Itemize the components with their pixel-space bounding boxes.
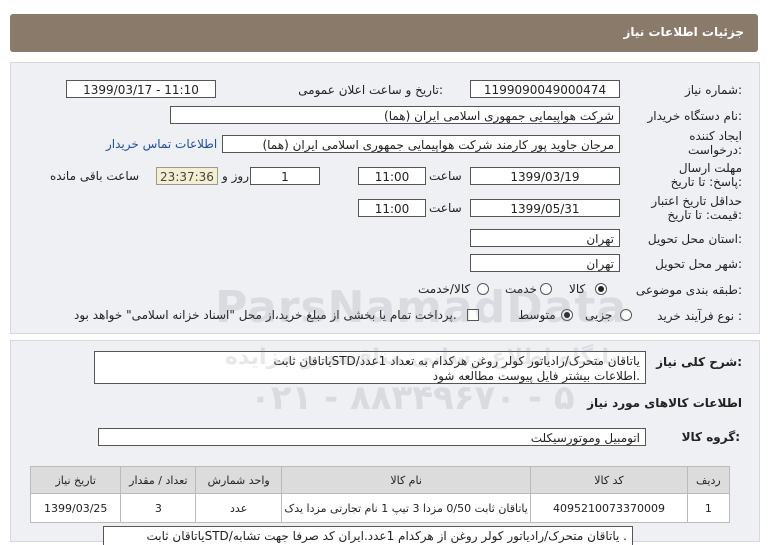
bottom-note-text: یاتاقان ثابتSTD/یاتاقان متحرک/رادیاتور ک… (146, 529, 627, 543)
province-field[interactable]: تهران (470, 229, 620, 247)
remaining-label: ساعت باقی مانده (50, 169, 140, 183)
deadline-date-field[interactable]: 1399/03/19 (470, 167, 620, 185)
announce-field[interactable]: 1399/03/17 - 11:10 (66, 80, 216, 98)
province-label: استان محل تحویل: (647, 232, 742, 246)
col-quantity: تعداد / مقدار (120, 466, 197, 494)
validity-time-label: ساعت (429, 201, 462, 215)
deadline-time-field[interactable]: 11:00 (358, 167, 426, 185)
col-unit: واحد شمارش (195, 466, 283, 494)
watermark-phone: ۰۲۱ - ۸۸۳۴۹۶۷۰ - ۵ (250, 378, 575, 418)
validity-date-field[interactable]: 1399/05/31 (470, 199, 620, 217)
goods-table: تاریخ نیاز تعداد / مقدار واحد شمارش نام … (29, 466, 731, 523)
validity-label: حداقل تاریخ اعتبار قیمت: تا تاریخ: (651, 194, 742, 222)
city-label: شهر محل تحویل: (655, 257, 742, 271)
deadline-label: مهلت ارسال پاسخ: تا تاریخ: (670, 161, 742, 189)
cell-row: 1 (686, 493, 731, 523)
announce-label: تاریخ و ساعت اعلان عمومی: (298, 83, 443, 97)
col-date: تاریخ نیاز (29, 466, 122, 494)
col-code: کد کالا (530, 466, 688, 494)
table-row[interactable]: 1399/03/25 3 عدد یاتاقان ثابت 0/50 مزدا … (29, 493, 731, 523)
contact-buyer-link[interactable]: اطلاعات تماس خریدار (106, 137, 217, 151)
creator-label: ایجاد کننده درخواست: (688, 129, 742, 157)
goods-group-label: گروه کالا: (681, 430, 740, 444)
cell-code: 4095210073370009 (530, 493, 688, 523)
summary-label: شرح کلی نیاز: (656, 355, 742, 369)
city-field[interactable]: تهران (470, 254, 620, 272)
page-header: جزئیات اطلاعات نیاز (10, 14, 758, 52)
page-title: جزئیات اطلاعات نیاز (623, 25, 744, 39)
cell-unit: عدد (195, 493, 283, 523)
need-number-field[interactable]: 1199090049000474 (470, 80, 620, 98)
col-name: نام کالا (281, 466, 532, 494)
creator-field[interactable]: مرجان جاوید پور کارمند شرکت هواپیمایی جم… (222, 135, 620, 153)
goods-group-field[interactable]: اتومبیل وموتورسیکلت (98, 428, 646, 446)
cell-date: 1399/03/25 (29, 493, 122, 523)
process-label: نوع فرآیند خرید : (657, 309, 742, 323)
goods-info-title: اطلاعات کالاهای مورد نیاز (587, 396, 742, 410)
deadline-time-label: ساعت (429, 169, 462, 183)
buyer-field[interactable]: شرکت هواپیمایی جمهوری اسلامی ایران (هما) (170, 106, 620, 124)
bottom-note-box: یاتاقان ثابتSTD/یاتاقان متحرک/رادیاتور ک… (103, 526, 633, 545)
category-label: طبقه بندی موضوعی: (635, 283, 742, 297)
need-number-label: شماره نیاز: (684, 83, 742, 97)
cell-name: یاتاقان ثابت 0/50 مزدا 3 تیپ 1 نام تجارت… (281, 493, 532, 523)
remaining-timer: 23:37:36 (156, 167, 218, 185)
col-row: ردیف (686, 466, 731, 494)
days-field[interactable]: 1 (250, 167, 320, 185)
watermark-line: پایگاه اطلاع رسانی مناقصه و مزایده (225, 345, 618, 370)
buyer-label: نام دستگاه خریدار: (647, 109, 743, 123)
cell-quantity: 3 (120, 493, 197, 523)
goods-table-header: تاریخ نیاز تعداد / مقدار واحد شمارش نام … (29, 466, 731, 494)
watermark-brand: ParsNamadData (215, 282, 628, 333)
validity-time-field[interactable]: 11:00 (358, 199, 426, 217)
days-label: روز و (222, 169, 249, 183)
